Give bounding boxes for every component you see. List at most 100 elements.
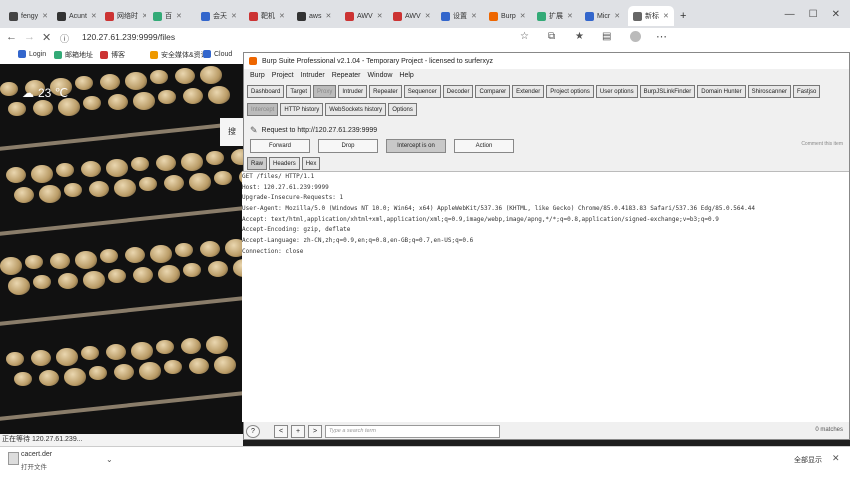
forward-button[interactable]: Forward (250, 139, 310, 153)
open-file-link[interactable]: 打开文件 (21, 461, 47, 471)
minimize-button[interactable]: — (785, 9, 795, 20)
burp-title: Burp Suite Professional v2.1.04 - Tempor… (262, 57, 493, 65)
request-line: Accept-Encoding: gzip, deflate (242, 226, 351, 234)
burp-tab[interactable]: Target (286, 85, 312, 98)
browser-tab[interactable]: Burp ✕ (484, 6, 530, 26)
browser-tab[interactable]: fengy ✕ (4, 6, 50, 26)
browser-tab[interactable]: 会天 ✕ (196, 6, 242, 26)
browser-tab[interactable]: 靶机 ✕ (244, 6, 290, 26)
tab-close-icon[interactable]: ✕ (567, 12, 573, 20)
browser-tab[interactable]: aws ✕ (292, 6, 338, 26)
burp-menu-item[interactable]: Project (272, 72, 294, 79)
extension-icon[interactable]: ⧉ (548, 31, 555, 42)
action-button[interactable]: Action (454, 139, 514, 153)
menu-icon[interactable]: ⋯ (656, 30, 667, 43)
burp-tab[interactable]: Sequencer (403, 85, 441, 98)
close-window-button[interactable]: ✕ (832, 9, 840, 20)
burp-tab[interactable]: Domain Hunter (697, 85, 746, 98)
bookmark-item[interactable]: Cloud (203, 50, 232, 58)
star-icon[interactable]: ☆ (520, 31, 529, 42)
tab-close-icon[interactable]: ✕ (325, 12, 331, 20)
burp-menu-item[interactable]: Repeater (332, 72, 361, 79)
request-editor[interactable]: GET /files/ HTTP/1.1 Host: 120.27.61.239:… (242, 171, 849, 422)
view-tab[interactable]: Hex (301, 157, 321, 170)
browser-tab[interactable]: 设置 ✕ (436, 6, 482, 26)
previous-button[interactable]: < (274, 424, 288, 438)
burp-tab[interactable]: Fastjso (793, 85, 821, 98)
burp-tab[interactable]: User options (595, 85, 638, 98)
browser-tab[interactable]: 百 ✕ (148, 6, 194, 26)
proxy-sub-tab[interactable]: WebSockets history (325, 103, 387, 116)
browser-tab[interactable]: AWV ✕ (340, 6, 386, 26)
tab-close-icon[interactable]: ✕ (663, 12, 669, 20)
burp-tab[interactable]: Project options (546, 85, 594, 98)
burp-tab[interactable]: Repeater (369, 85, 402, 98)
avatar[interactable] (630, 31, 641, 42)
burp-menu-item[interactable]: Window (368, 72, 393, 79)
tab-close-icon[interactable]: ✕ (176, 12, 182, 20)
pencil-icon[interactable]: ✎ (250, 125, 258, 136)
tab-close-icon[interactable]: ✕ (142, 12, 146, 20)
burp-tab[interactable]: Dashboard (247, 85, 285, 98)
pottery-item (50, 253, 70, 269)
pottery-item (183, 88, 203, 104)
burp-tab[interactable]: BurpJSLinkFinder (639, 85, 696, 98)
pottery-item (33, 275, 51, 290)
forward-icon[interactable]: → (24, 31, 35, 43)
view-tab[interactable]: Headers (269, 157, 300, 170)
intercept-toggle-button[interactable]: Intercept is on (386, 139, 446, 153)
url-input[interactable]: 120.27.61.239:9999/files (82, 32, 175, 42)
side-panel[interactable]: 搜 (220, 118, 243, 146)
burp-tab[interactable]: Decoder (442, 85, 474, 98)
new-tab-button[interactable]: + (680, 6, 686, 26)
view-tab[interactable]: Raw (247, 157, 268, 170)
help-button[interactable]: ? (246, 424, 260, 438)
bookmark-item[interactable]: Login (18, 50, 46, 58)
tab-close-icon[interactable]: ✕ (425, 12, 431, 20)
next-button[interactable]: > (308, 424, 322, 438)
search-input[interactable]: Type a search term (325, 424, 500, 438)
maximize-button[interactable]: ☐ (809, 9, 818, 20)
burp-menu-item[interactable]: Intruder (301, 72, 325, 79)
tab-close-icon[interactable]: ✕ (91, 12, 97, 20)
chevron-down-icon[interactable]: ⌄ (106, 455, 113, 464)
browser-tab[interactable]: 扩展 ✕ (532, 6, 578, 26)
show-all-button[interactable]: 全部显示 (794, 455, 822, 465)
pottery-item (200, 241, 220, 257)
browser-tab[interactable]: Acunt ✕ (52, 6, 98, 26)
bookmark-item[interactable]: 邮箱地址 (54, 50, 93, 60)
burp-tab[interactable]: Comparer (475, 85, 511, 98)
tab-close-icon[interactable]: ✕ (520, 12, 526, 20)
tab-close-icon[interactable]: ✕ (377, 12, 383, 20)
bookmark-item[interactable]: 博客 (100, 50, 125, 60)
browser-tab[interactable]: Micr ✕ (580, 6, 626, 26)
burp-tab[interactable]: Extender (512, 85, 545, 98)
bookmark-item[interactable]: 安全媒体&资讯 (150, 50, 208, 60)
browser-tab[interactable]: AWV ✕ (388, 6, 434, 26)
tab-close-icon[interactable]: ✕ (614, 12, 620, 20)
comment-field[interactable]: Comment this item (801, 141, 843, 147)
proxy-sub-tab[interactable]: Intercept (247, 103, 279, 116)
close-icon[interactable]: ✕ (42, 31, 51, 44)
drop-button[interactable]: Drop (318, 139, 378, 153)
collections-icon[interactable]: ▤ (602, 31, 611, 42)
burp-menu-item[interactable]: Burp (250, 72, 265, 79)
proxy-sub-tab[interactable]: HTTP history (280, 103, 324, 116)
favorites-icon[interactable]: ★ (575, 31, 584, 42)
burp-menu-item[interactable]: Help (399, 72, 413, 79)
browser-tab[interactable]: 新标 ✕ (628, 6, 674, 26)
download-filename[interactable]: cacert.der (21, 451, 52, 458)
tab-close-icon[interactable]: ✕ (231, 12, 237, 20)
tab-close-icon[interactable]: ✕ (471, 12, 477, 20)
back-icon[interactable]: ← (6, 31, 17, 43)
burp-tab[interactable]: Intruder (338, 85, 368, 98)
burp-tab[interactable]: Shiroscanner (747, 85, 791, 98)
add-button[interactable]: + (291, 424, 305, 438)
close-downloads-icon[interactable]: ✕ (832, 453, 840, 464)
tab-close-icon[interactable]: ✕ (279, 12, 285, 20)
tab-close-icon[interactable]: ✕ (42, 12, 48, 20)
browser-tab-label: 设置 (453, 13, 467, 20)
browser-tab[interactable]: 网络时 ✕ (100, 6, 146, 26)
proxy-sub-tab[interactable]: Options (388, 103, 417, 116)
burp-tab[interactable]: Proxy (313, 85, 337, 98)
